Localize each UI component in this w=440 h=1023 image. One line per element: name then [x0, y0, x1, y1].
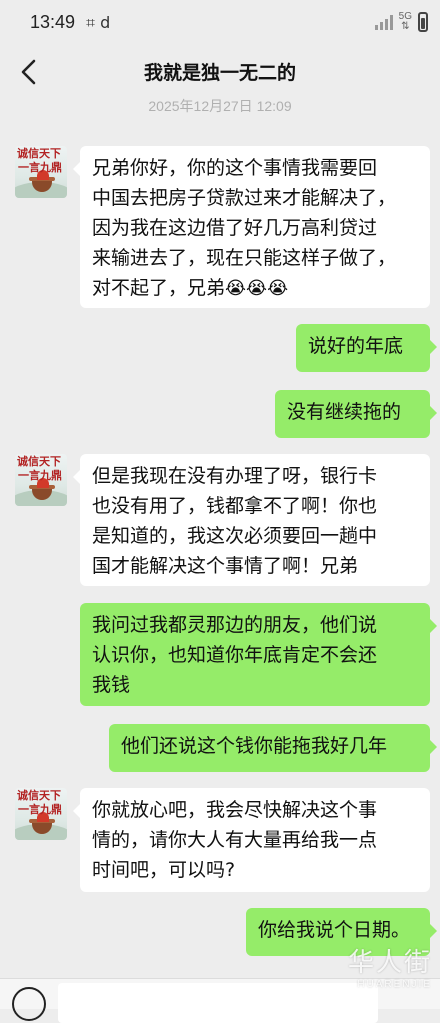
chat-title: 我就是独一无二的 [143, 62, 296, 84]
status-right-icons: 5G ⇅ [374, 11, 428, 32]
chat-header: 我就是独一无二的 [0, 48, 440, 96]
status-bar: 13:49 ⌗ d 5G ⇅ [0, 0, 440, 48]
message-bubble-received[interactable]: 兄弟你好，你的这个事情我需要回 中国去把房子贷款过来才能解决了， 因为我在这边借… [73, 146, 430, 308]
watermark-domain: HUARENJIE [357, 979, 432, 990]
contact-avatar[interactable]: 诚信天下 一言九鼎 [15, 146, 67, 198]
status-time: 13:49 [30, 12, 76, 32]
contact-avatar[interactable]: 诚信天下 一言九鼎 [15, 454, 67, 506]
notification-icons: ⌗ d [86, 13, 111, 32]
message-bubble-sent[interactable]: 没有继续拖的 [275, 390, 437, 438]
message-bubble-received[interactable]: 你就放心吧，我会尽快解决这个事 情的，请你大人有大量再给我一点 时间吧，可以吗? [73, 788, 430, 892]
message-input[interactable] [58, 983, 378, 1023]
watermark-logo: 华人街 [347, 948, 432, 978]
signal-icon [374, 14, 393, 30]
message-bubble-received[interactable]: 但是我现在没有办理了呀，银行卡 也没有用了，钱都拿不了啊！你也 是知道的，我这次… [73, 454, 430, 586]
crying-emoji-icon: 😭😭😭 [225, 278, 289, 299]
network-type: 5G ⇅ [398, 11, 412, 32]
message-bubble-sent[interactable]: 他们还说这个钱你能拖我好几年 [109, 724, 437, 772]
message-timestamp: 2025年12月27日 12:09 [148, 98, 292, 114]
contact-avatar[interactable]: 诚信天下 一言九鼎 [15, 788, 67, 840]
message-bubble-sent[interactable]: 我问过我都灵那边的朋友，他们说 认识你，也知道你年底肯定不会还 我钱 [80, 603, 437, 706]
message-bubble-sent[interactable]: 说好的年底 [296, 324, 437, 372]
voice-icon[interactable] [12, 987, 46, 1021]
watermark: 华人街 HUARENJIE [348, 942, 432, 990]
battery-icon [418, 12, 428, 32]
